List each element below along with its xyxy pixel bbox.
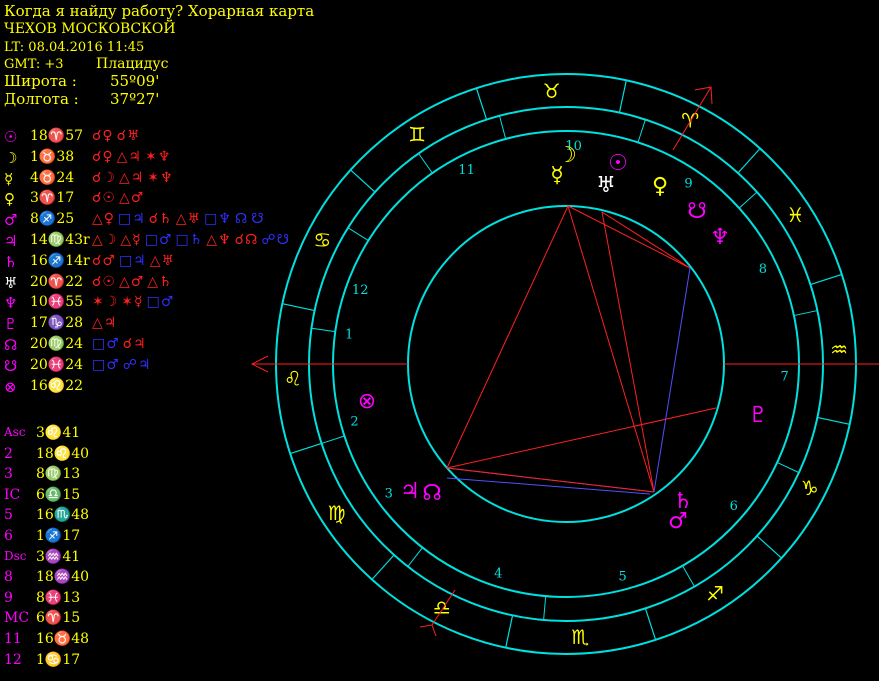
house-cusp-tick [793,310,818,317]
house-number-label: 3 [385,487,393,502]
house-cusp-tick [637,119,646,143]
house-cusp-tick [776,462,800,474]
house-cusp-tick [738,191,758,209]
zodiac-sign-icon: ♏ [571,625,589,649]
zodiac-sign-icon: ♓ [786,203,804,227]
zodiac-sign-icon: ♒ [830,338,848,362]
aspect-line [567,205,691,269]
house-cusp-tick [321,435,345,444]
horary-chart-wheel: ♉♈♓♒♑♐♏♎♍♌♋♊109876543211211☽ ☉☿ ♅ ♀☋♆♇♄♂♃ ☊⊗ [250,73,879,655]
sign-divider [644,608,657,640]
aspect-line [446,407,717,469]
house-number-label: 5 [619,570,627,585]
zodiac-sign-icon: ♌ [284,366,302,390]
house-cusp-tick [499,115,507,140]
house-number-label: 7 [781,369,789,384]
sign-divider [282,303,315,312]
chart-planet-icon: ⊗ [358,389,376,414]
house-number-label: 9 [684,176,692,191]
house-cusp-tick [347,227,369,241]
chart-planet-icon: ♆ [710,225,730,250]
house-cusp-tick [407,547,423,567]
house-number-label: 2 [350,415,358,430]
chart-planet-icon: ♀ [652,174,668,199]
zodiac-sign-icon: ♐ [706,581,724,605]
aspect-line [446,477,651,495]
chart-planet-icon: ☋ [687,199,707,224]
chart-planet-icon: ♃ [400,479,420,504]
house-number-label: 11 [458,163,475,178]
house-number-label: 8 [759,262,767,277]
aspect-line [446,205,569,469]
sign-divider [290,442,322,455]
house-number-label: 1 [345,328,353,343]
sign-divider [618,80,627,113]
sign-divider [810,273,842,286]
aspect-line [567,205,655,493]
chart-planet-icon: ♅ [596,173,616,198]
sign-divider [756,535,782,559]
chart-planet-icon: ♇ [748,403,768,428]
sign-divider [505,615,514,648]
zodiac-sign-icon: ♊ [408,123,426,147]
chart-planet-icon: ☿ [550,163,564,188]
sign-divider [371,554,395,580]
sign-divider [475,88,488,120]
aspect-line [601,211,655,493]
house-cusp-tick [311,327,336,333]
aspect-line [601,211,691,269]
sign-divider [817,416,850,425]
sign-divider [737,148,761,174]
zodiac-sign-icon: ♍ [328,501,346,525]
chart-planet-icon: ♂ [668,509,688,534]
zodiac-sign-icon: ♑ [801,476,819,500]
house-cusp-tick [543,596,547,621]
zodiac-sign-icon: ♉ [543,79,561,103]
sign-divider [350,169,376,193]
house-number-label: 6 [730,499,738,514]
aspect-line [653,267,691,493]
house-cusp-tick [418,153,433,174]
house-number-label: 4 [494,566,502,581]
house-number-label: 12 [352,283,369,298]
chart-planet-icon: ☊ [422,481,442,506]
house-cusp-tick [682,565,695,587]
zodiac-sign-icon: ♋ [313,228,331,252]
